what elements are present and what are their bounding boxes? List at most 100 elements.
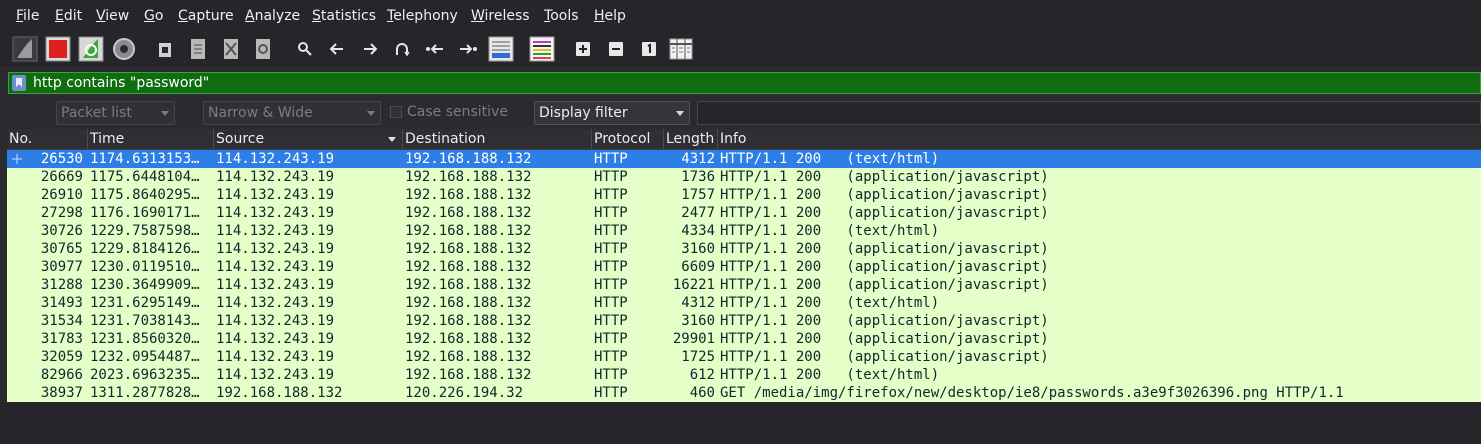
restart-capture-icon[interactable] <box>78 36 104 62</box>
cell-time: 1232.0954487… <box>90 349 200 365</box>
cell-length: 1736 <box>681 169 715 185</box>
cell-no: 26910 <box>40 187 83 203</box>
zoom-in-icon[interactable] <box>570 36 596 62</box>
column-length[interactable]: Length <box>664 129 718 149</box>
open-file-icon[interactable] <box>152 36 178 62</box>
colorize-icon[interactable] <box>529 36 555 62</box>
narrow-wide-select[interactable]: Narrow & Wide <box>203 101 381 125</box>
menu-bar: File Edit View Go Capture Analyze Statis… <box>0 0 1481 33</box>
packet-list[interactable]: No. Time Source Destination Protocol Len… <box>7 129 1481 402</box>
zoom-out-icon[interactable] <box>603 36 629 62</box>
go-first-packet-icon[interactable] <box>422 36 448 62</box>
packet-row[interactable]: 27298 1176.1690171… 114.132.243.19 192.1… <box>7 204 1481 222</box>
column-info[interactable]: Info <box>718 129 1481 149</box>
cell-source: 114.132.243.19 <box>216 295 335 311</box>
menu-statistics[interactable]: Statistics <box>312 8 376 24</box>
go-last-packet-icon[interactable] <box>455 36 481 62</box>
column-time[interactable]: Time <box>88 129 214 149</box>
cell-destination: 120.226.194.32 <box>405 385 524 401</box>
cell-length: 4312 <box>681 295 715 311</box>
menu-help[interactable]: Help <box>594 8 626 24</box>
cell-length: 3160 <box>681 241 715 257</box>
bookmark-icon[interactable] <box>12 75 26 91</box>
menu-telephony[interactable]: Telephony <box>387 8 458 24</box>
cell-destination: 192.168.188.132 <box>405 187 532 203</box>
cell-no: 27298 <box>40 205 83 221</box>
cell-destination: 192.168.188.132 <box>405 313 532 329</box>
packet-row[interactable]: 30726 1229.7587598… 114.132.243.19 192.1… <box>7 222 1481 240</box>
packet-details-pane[interactable] <box>0 402 1481 444</box>
menu-edit[interactable]: Edit <box>55 8 82 24</box>
cell-destination: 192.168.188.132 <box>405 259 532 275</box>
cell-length: 16221 <box>672 277 715 293</box>
go-forward-icon[interactable] <box>357 36 383 62</box>
start-capture-icon[interactable] <box>12 36 38 62</box>
packet-list-label: Packet list <box>61 105 132 121</box>
save-file-icon[interactable] <box>185 36 211 62</box>
packet-row-selected[interactable]: 26530 1174.6313153… 114.132.243.19 192.1… <box>7 150 1481 168</box>
search-input[interactable] <box>697 101 1481 125</box>
packet-row[interactable]: 82966 2023.6963235… 114.132.243.19 192.1… <box>7 366 1481 384</box>
packet-list-header: No. Time Source Destination Protocol Len… <box>7 129 1481 150</box>
packet-row[interactable]: 31534 1231.7038143… 114.132.243.19 192.1… <box>7 312 1481 330</box>
packet-rows: 26530 1174.6313153… 114.132.243.19 192.1… <box>7 150 1481 402</box>
packet-row[interactable]: 31493 1231.6295149… 114.132.243.19 192.1… <box>7 294 1481 312</box>
packet-row[interactable]: 30765 1229.8184126… 114.132.243.19 192.1… <box>7 240 1481 258</box>
cell-protocol: HTTP <box>594 313 628 329</box>
cell-length: 1757 <box>681 187 715 203</box>
close-file-icon[interactable] <box>218 36 244 62</box>
cell-time: 2023.6963235… <box>90 367 200 383</box>
menu-capture[interactable]: Capture <box>178 8 234 24</box>
cell-protocol: HTTP <box>594 205 628 221</box>
menu-go[interactable]: Go <box>144 8 163 24</box>
menu-analyze[interactable]: Analyze <box>245 8 300 24</box>
cell-info: HTTP/1.1 200 (application/javascript) <box>720 205 1049 221</box>
search-type-select[interactable]: Display filter <box>534 101 690 125</box>
packet-row[interactable]: 31783 1231.8560320… 114.132.243.19 192.1… <box>7 330 1481 348</box>
cell-protocol: HTTP <box>594 295 628 311</box>
reload-file-icon[interactable] <box>250 36 276 62</box>
cell-time: 1311.2877828… <box>90 385 200 401</box>
menu-view[interactable]: View <box>96 8 129 24</box>
chevron-down-icon <box>367 111 375 116</box>
packet-row[interactable]: 38937 1311.2877828… 192.168.188.132 120.… <box>7 384 1481 402</box>
menu-tools[interactable]: Tools <box>544 8 579 24</box>
cell-protocol: HTTP <box>594 385 628 401</box>
cell-no: 30726 <box>40 223 83 239</box>
menu-file[interactable]: File <box>16 8 39 24</box>
packet-row[interactable]: 26910 1175.8640295… 114.132.243.19 192.1… <box>7 186 1481 204</box>
main-toolbar <box>0 33 1481 66</box>
column-source[interactable]: Source <box>214 129 403 149</box>
normal-size-icon[interactable] <box>636 36 662 62</box>
packet-row[interactable]: 32059 1232.0954487… 114.132.243.19 192.1… <box>7 348 1481 366</box>
column-protocol[interactable]: Protocol <box>592 129 664 149</box>
display-filter-input[interactable]: http contains "password" <box>33 74 209 92</box>
packet-list-select[interactable]: Packet list <box>56 101 175 125</box>
resize-columns-icon[interactable] <box>668 36 694 62</box>
cell-no: 31783 <box>40 331 83 347</box>
capture-options-icon[interactable] <box>111 36 137 62</box>
display-filter-label: Display filter <box>539 105 628 121</box>
cell-protocol: HTTP <box>594 187 628 203</box>
packet-row[interactable]: 31288 1230.3649909… 114.132.243.19 192.1… <box>7 276 1481 294</box>
packet-row[interactable]: 26669 1175.6448104… 114.132.243.19 192.1… <box>7 168 1481 186</box>
case-sensitive-checkbox[interactable] <box>390 106 402 118</box>
stop-capture-icon[interactable] <box>45 36 71 62</box>
column-source-label: Source <box>216 131 265 147</box>
cell-time: 1175.6448104… <box>90 169 200 185</box>
packet-row[interactable]: 30977 1230.0119510… 114.132.243.19 192.1… <box>7 258 1481 276</box>
cell-time: 1175.8640295… <box>90 187 200 203</box>
autoscroll-icon[interactable] <box>488 36 514 62</box>
cell-info: HTTP/1.1 200 (text/html) <box>720 367 940 383</box>
cell-destination: 192.168.188.132 <box>405 295 532 311</box>
column-destination[interactable]: Destination <box>403 129 592 149</box>
cell-destination: 192.168.188.132 <box>405 169 532 185</box>
column-no[interactable]: No. <box>7 129 88 149</box>
find-packet-icon[interactable] <box>292 36 318 62</box>
go-to-packet-icon[interactable] <box>389 36 415 62</box>
go-back-icon[interactable] <box>324 36 350 62</box>
cell-length: 4312 <box>681 151 715 167</box>
display-filter-bar[interactable]: http contains "password" <box>8 72 1481 94</box>
menu-wireless[interactable]: Wireless <box>471 8 530 24</box>
cell-source: 114.132.243.19 <box>216 277 335 293</box>
